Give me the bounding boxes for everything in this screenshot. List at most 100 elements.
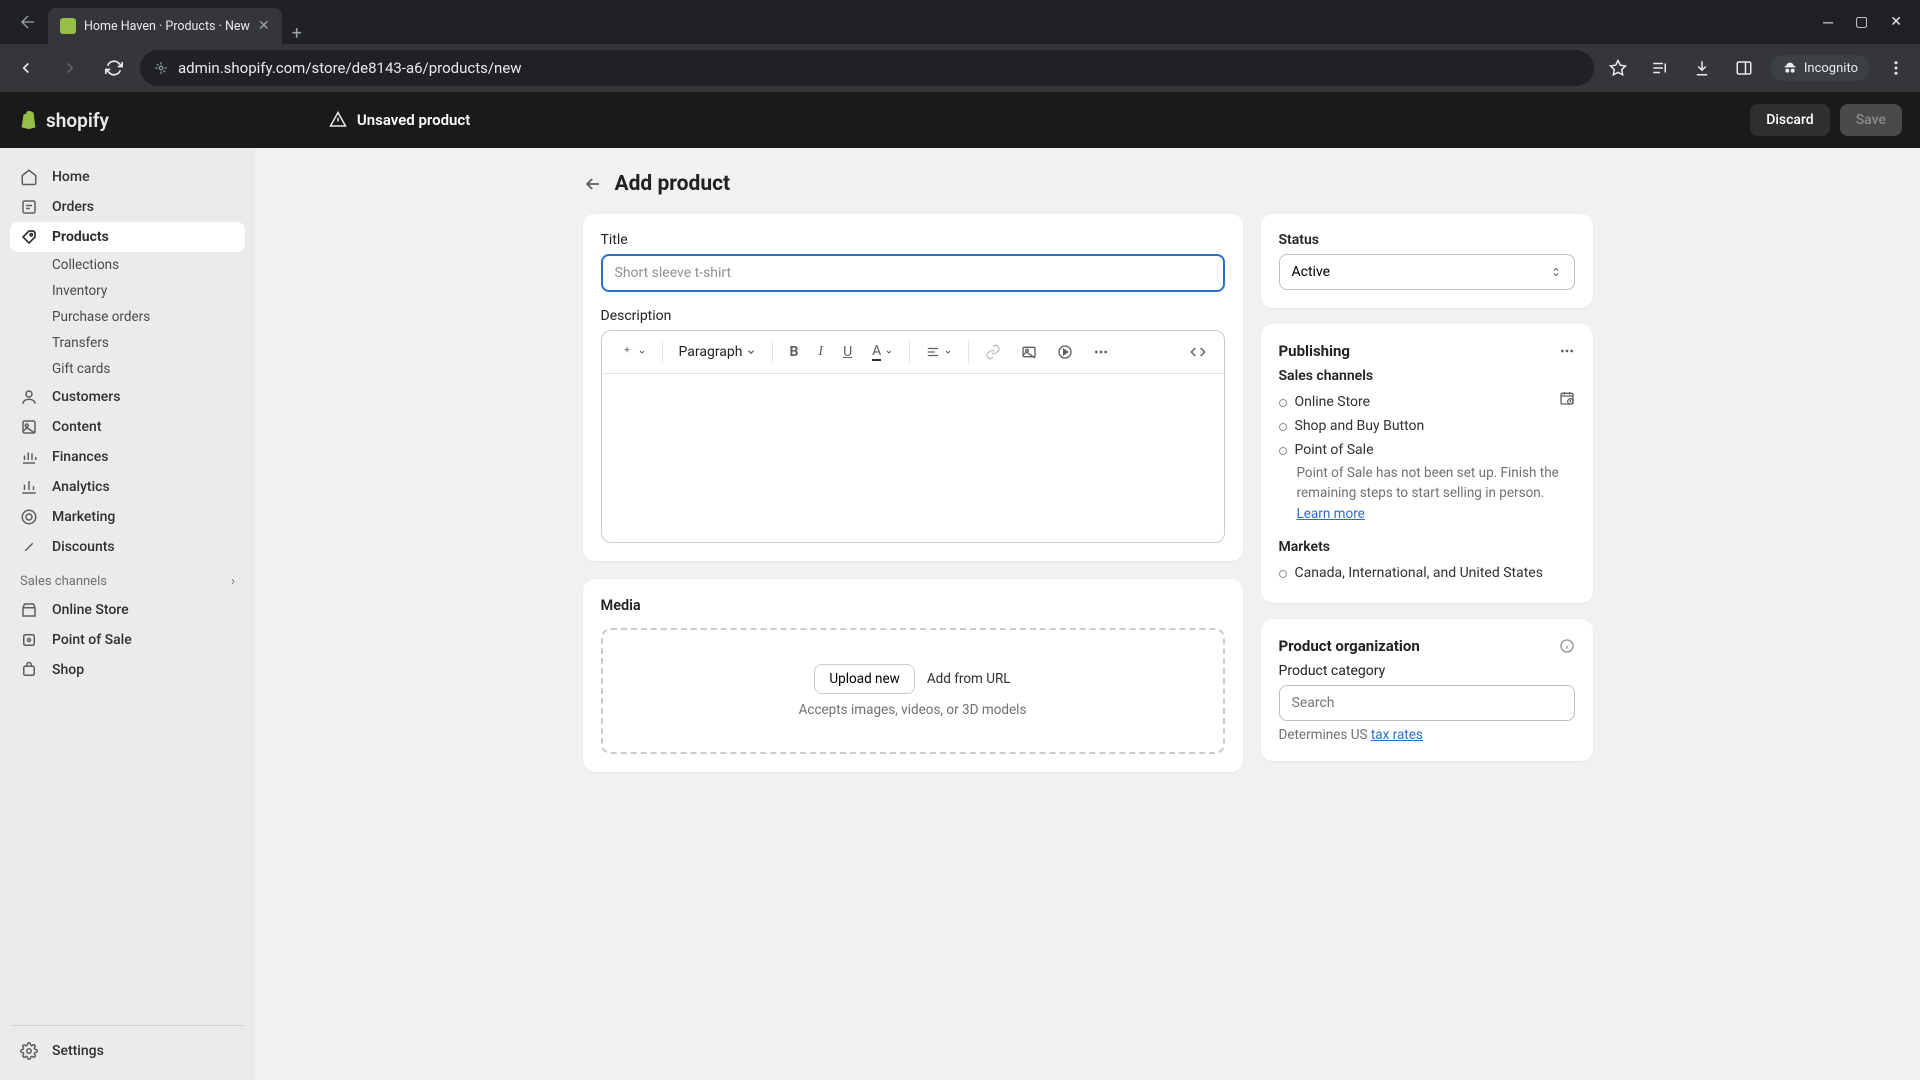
sidebar-item-customers[interactable]: Customers bbox=[10, 382, 245, 412]
media-dropzone[interactable]: Upload new Add from URL Accepts images, … bbox=[601, 628, 1225, 754]
channel-pos: Point of Sale bbox=[1279, 438, 1575, 462]
sidebar-item-orders[interactable]: Orders bbox=[10, 192, 245, 222]
category-search-input[interactable] bbox=[1279, 685, 1575, 721]
sidebar-item-settings[interactable]: Settings bbox=[10, 1036, 245, 1066]
more-icon[interactable] bbox=[1085, 338, 1117, 366]
sidebar-item-collections[interactable]: Collections bbox=[10, 252, 245, 278]
site-info-icon[interactable] bbox=[154, 61, 168, 75]
description-label: Description bbox=[601, 308, 1225, 324]
incognito-badge[interactable]: Incognito bbox=[1770, 55, 1870, 81]
schedule-icon[interactable] bbox=[1559, 390, 1575, 406]
sales-channels-heading: Sales channels bbox=[1279, 368, 1575, 384]
italic-button[interactable]: I bbox=[810, 338, 831, 366]
download-icon[interactable] bbox=[1686, 52, 1718, 84]
status-card: Status Active bbox=[1261, 214, 1593, 308]
org-heading: Product organization bbox=[1279, 637, 1420, 655]
more-icon[interactable] bbox=[1559, 343, 1575, 359]
chevron-right-icon[interactable]: › bbox=[231, 574, 235, 589]
close-tab-icon[interactable]: ✕ bbox=[258, 18, 270, 34]
paragraph-select[interactable]: Paragraph bbox=[671, 338, 765, 366]
home-icon bbox=[20, 168, 38, 186]
forward-button[interactable] bbox=[52, 50, 88, 86]
align-button[interactable] bbox=[918, 339, 960, 365]
add-from-url-button[interactable]: Add from URL bbox=[927, 664, 1011, 694]
favicon-icon bbox=[60, 18, 76, 34]
back-arrow-icon[interactable] bbox=[583, 174, 603, 194]
markets-heading: Markets bbox=[1279, 539, 1575, 555]
tab-title: Home Haven · Products · New bbox=[84, 19, 250, 34]
reload-button[interactable] bbox=[96, 50, 132, 86]
back-button[interactable] bbox=[8, 50, 44, 86]
sidebar-item-purchase-orders[interactable]: Purchase orders bbox=[10, 304, 245, 330]
tab-search-icon[interactable] bbox=[8, 0, 48, 44]
tab-bar: Home Haven · Products · New ✕ + ─ ▢ ✕ bbox=[0, 0, 1920, 44]
learn-more-link[interactable]: Learn more bbox=[1297, 506, 1365, 522]
description-textarea[interactable] bbox=[602, 374, 1224, 542]
shop-icon bbox=[20, 661, 38, 679]
sales-channels-label: Sales channels › bbox=[10, 562, 245, 595]
finances-icon bbox=[20, 448, 38, 466]
status-dot-icon bbox=[1279, 570, 1287, 578]
orders-icon bbox=[20, 198, 38, 216]
bookmark-icon[interactable] bbox=[1602, 52, 1634, 84]
discard-button[interactable]: Discard bbox=[1750, 104, 1829, 136]
upload-new-button[interactable]: Upload new bbox=[814, 664, 914, 694]
url-field[interactable]: admin.shopify.com/store/de8143-a6/produc… bbox=[140, 50, 1594, 86]
browser-chrome: Home Haven · Products · New ✕ + ─ ▢ ✕ ad… bbox=[0, 0, 1920, 92]
link-icon[interactable] bbox=[977, 338, 1009, 366]
content-icon bbox=[20, 418, 38, 436]
url-text: admin.shopify.com/store/de8143-a6/produc… bbox=[178, 59, 522, 77]
sidebar-item-shop[interactable]: Shop bbox=[10, 655, 245, 685]
title-description-card: Title Description Parag bbox=[583, 214, 1243, 561]
marketing-icon bbox=[20, 508, 38, 526]
kebab-icon[interactable] bbox=[1880, 52, 1912, 84]
close-window-icon[interactable]: ✕ bbox=[1890, 14, 1902, 30]
browser-tab[interactable]: Home Haven · Products · New ✕ bbox=[48, 8, 282, 44]
info-icon[interactable] bbox=[1559, 638, 1575, 654]
sidebar-item-discounts[interactable]: Discounts bbox=[10, 532, 245, 562]
text-color-button[interactable]: A bbox=[864, 337, 901, 367]
main-content: Add product Title Description bbox=[255, 148, 1920, 1080]
sidebar-item-inventory[interactable]: Inventory bbox=[10, 278, 245, 304]
new-tab-button[interactable]: + bbox=[282, 23, 312, 44]
tax-rates-link[interactable]: tax rates bbox=[1371, 727, 1423, 743]
image-icon[interactable] bbox=[1013, 338, 1045, 366]
ai-sparkle-icon[interactable] bbox=[612, 339, 654, 365]
title-input[interactable] bbox=[601, 254, 1225, 292]
unsaved-message: Unsaved product bbox=[357, 111, 470, 129]
sidebar-item-marketing[interactable]: Marketing bbox=[10, 502, 245, 532]
sidebar-item-transfers[interactable]: Transfers bbox=[10, 330, 245, 356]
video-icon[interactable] bbox=[1049, 338, 1081, 366]
status-dot-icon bbox=[1279, 423, 1287, 431]
sidebar-item-home[interactable]: Home bbox=[10, 162, 245, 192]
status-select[interactable]: Active bbox=[1279, 254, 1575, 290]
channel-shop-buy: Shop and Buy Button bbox=[1279, 414, 1575, 438]
sidebar-item-gift-cards[interactable]: Gift cards bbox=[10, 356, 245, 382]
bold-button[interactable]: B bbox=[781, 338, 806, 366]
save-button: Save bbox=[1840, 104, 1902, 136]
underline-button[interactable]: U bbox=[835, 338, 860, 366]
sidebar-item-pos[interactable]: Point of Sale bbox=[10, 625, 245, 655]
channel-online-store: Online Store bbox=[1279, 390, 1371, 414]
playlist-icon[interactable] bbox=[1644, 52, 1676, 84]
minimize-icon[interactable]: ─ bbox=[1823, 14, 1833, 31]
address-bar: admin.shopify.com/store/de8143-a6/produc… bbox=[0, 44, 1920, 92]
warning-icon bbox=[329, 111, 347, 129]
sidebar-item-content[interactable]: Content bbox=[10, 412, 245, 442]
window-controls: ─ ▢ ✕ bbox=[1823, 0, 1920, 44]
sidebar-item-analytics[interactable]: Analytics bbox=[10, 472, 245, 502]
markets-value: Canada, International, and United States bbox=[1279, 561, 1575, 585]
code-view-icon[interactable] bbox=[1182, 338, 1214, 366]
sidepanel-icon[interactable] bbox=[1728, 52, 1760, 84]
sidebar-item-finances[interactable]: Finances bbox=[10, 442, 245, 472]
shopify-logo[interactable]: shopify bbox=[18, 109, 109, 132]
status-label: Status bbox=[1279, 232, 1575, 248]
select-updown-icon bbox=[1550, 266, 1562, 278]
app-bar: shopify Unsaved product Discard Save bbox=[0, 92, 1920, 148]
publishing-heading: Publishing bbox=[1279, 342, 1351, 360]
maximize-icon[interactable]: ▢ bbox=[1855, 14, 1868, 30]
sidebar-item-products[interactable]: Products bbox=[10, 222, 245, 252]
sidebar-item-online-store[interactable]: Online Store bbox=[10, 595, 245, 625]
status-dot-icon bbox=[1279, 399, 1287, 407]
publishing-card: Publishing Sales channels Online Store bbox=[1261, 324, 1593, 603]
